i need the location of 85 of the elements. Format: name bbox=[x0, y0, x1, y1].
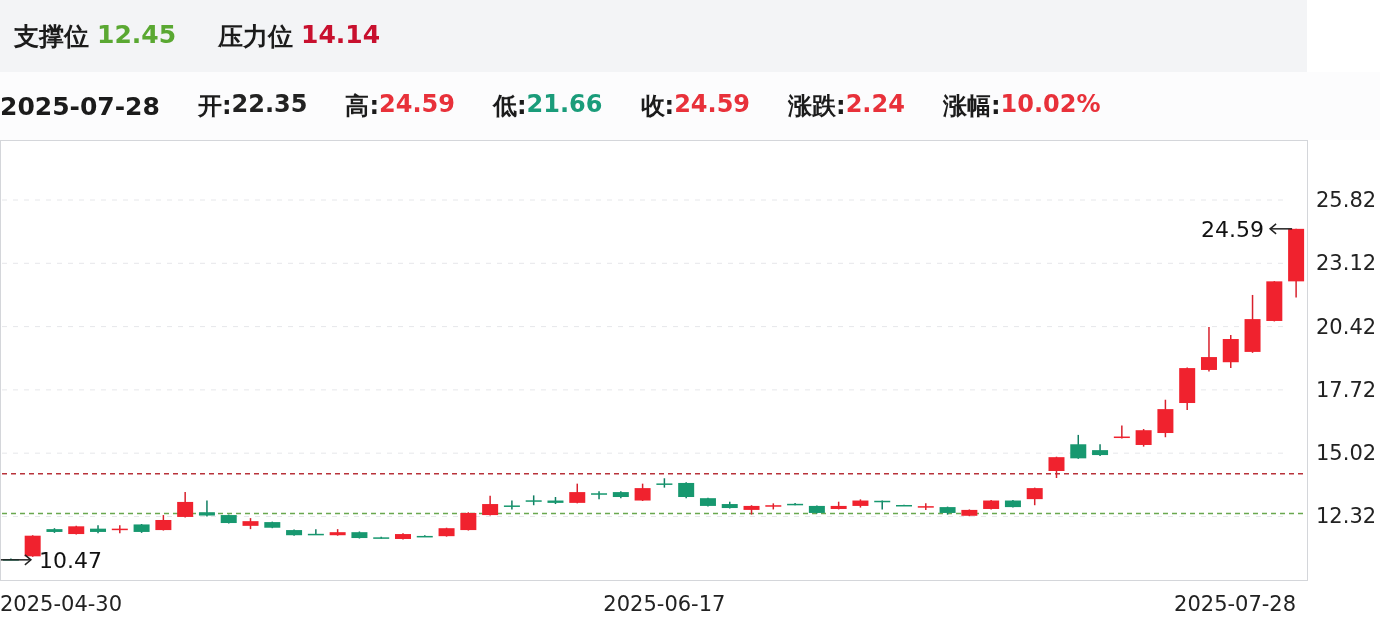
candlestick bbox=[1004, 499, 1021, 509]
date-label: 2025-06-17 bbox=[603, 592, 726, 616]
y-axis-label: 17.72 bbox=[1316, 377, 1377, 402]
candlestick bbox=[1266, 280, 1283, 323]
candlestick bbox=[983, 499, 1000, 511]
price-label: 24.59 bbox=[1201, 216, 1265, 242]
candlestick bbox=[591, 490, 608, 501]
candlestick bbox=[1288, 228, 1305, 299]
candlestick bbox=[460, 511, 477, 532]
candlestick bbox=[699, 496, 716, 508]
candlestick bbox=[133, 523, 150, 534]
candlestick bbox=[220, 513, 237, 525]
level-label: 压力位 bbox=[218, 20, 294, 53]
candlestick bbox=[1113, 424, 1130, 440]
candlestick bbox=[939, 505, 956, 516]
candlestick bbox=[569, 482, 586, 505]
quote-date: 2025-07-28 bbox=[0, 91, 160, 121]
y-axis-label: 15.02 bbox=[1316, 441, 1377, 466]
quote-value: 2.24 bbox=[845, 90, 905, 120]
candlestick bbox=[329, 528, 346, 537]
arrow-icon bbox=[1268, 223, 1293, 235]
quote-label: 低: bbox=[493, 91, 527, 122]
candlestick bbox=[111, 524, 128, 535]
candlestick bbox=[1157, 399, 1174, 438]
candlestick bbox=[198, 499, 215, 518]
candlestick bbox=[547, 496, 564, 505]
candlestick bbox=[743, 504, 760, 516]
quote-value: 22.35 bbox=[231, 90, 308, 120]
candlestick bbox=[416, 534, 433, 538]
quote-label: 高: bbox=[345, 91, 380, 122]
level-value: 12.45 bbox=[97, 19, 177, 51]
candlestick bbox=[917, 502, 934, 511]
candlestick bbox=[852, 498, 869, 509]
quote-label: 开: bbox=[197, 91, 232, 122]
candlestick bbox=[155, 514, 172, 532]
candlestick bbox=[765, 502, 782, 511]
candlestick bbox=[874, 499, 891, 511]
candlestick bbox=[307, 528, 324, 536]
y-axis-label: 23.12 bbox=[1316, 251, 1377, 276]
candlestick bbox=[395, 532, 411, 541]
candlestick bbox=[1222, 334, 1239, 369]
candlestick bbox=[503, 499, 520, 511]
quote-value: 10.02% bbox=[1000, 90, 1101, 120]
candlestick bbox=[482, 495, 499, 517]
candlestick bbox=[438, 527, 455, 538]
candlestick bbox=[1200, 326, 1217, 373]
arrow-icon bbox=[0, 554, 33, 566]
candlestick bbox=[1179, 366, 1196, 411]
candlestick bbox=[286, 528, 303, 537]
candlestick bbox=[656, 477, 673, 489]
quote-label: 涨跌: bbox=[788, 91, 846, 122]
candlestick bbox=[1092, 443, 1109, 457]
candlestick bbox=[830, 500, 847, 511]
date-label: 2025-07-28 bbox=[1174, 592, 1297, 616]
candlestick bbox=[1244, 294, 1261, 354]
candlestick bbox=[373, 536, 390, 540]
quote-label: 涨幅: bbox=[942, 91, 1001, 122]
level-label: 支撑位 bbox=[14, 20, 89, 53]
candlestick bbox=[177, 491, 194, 519]
candlestick bbox=[351, 530, 368, 540]
y-axis-label: 25.82 bbox=[1316, 188, 1377, 212]
candlestick bbox=[264, 520, 281, 529]
candlestick bbox=[612, 490, 629, 499]
candlestick bbox=[896, 504, 912, 507]
candlestick bbox=[787, 502, 804, 506]
candlestick bbox=[961, 508, 978, 517]
date-label: 2025-04-30 bbox=[0, 592, 123, 616]
quote-value: 24.59 bbox=[674, 90, 751, 120]
quote-value: 21.66 bbox=[526, 90, 603, 120]
candlestick bbox=[808, 504, 825, 515]
quote-value: 24.59 bbox=[379, 90, 455, 120]
y-axis-label: 20.42 bbox=[1316, 314, 1377, 339]
y-axis-label: 12.32 bbox=[1316, 504, 1377, 529]
candlestick bbox=[1070, 434, 1087, 460]
candlestick bbox=[1026, 486, 1043, 506]
candlestick bbox=[242, 517, 259, 530]
candlestick bbox=[721, 500, 738, 510]
candlestick bbox=[525, 494, 542, 506]
level-value: 14.14 bbox=[301, 19, 381, 51]
candlestick bbox=[68, 525, 85, 536]
candlestick bbox=[90, 524, 107, 535]
candlestick bbox=[1048, 455, 1065, 479]
candlestick bbox=[634, 482, 651, 502]
quote-label: 收: bbox=[640, 91, 675, 122]
price-label: 10.47 bbox=[38, 547, 102, 573]
